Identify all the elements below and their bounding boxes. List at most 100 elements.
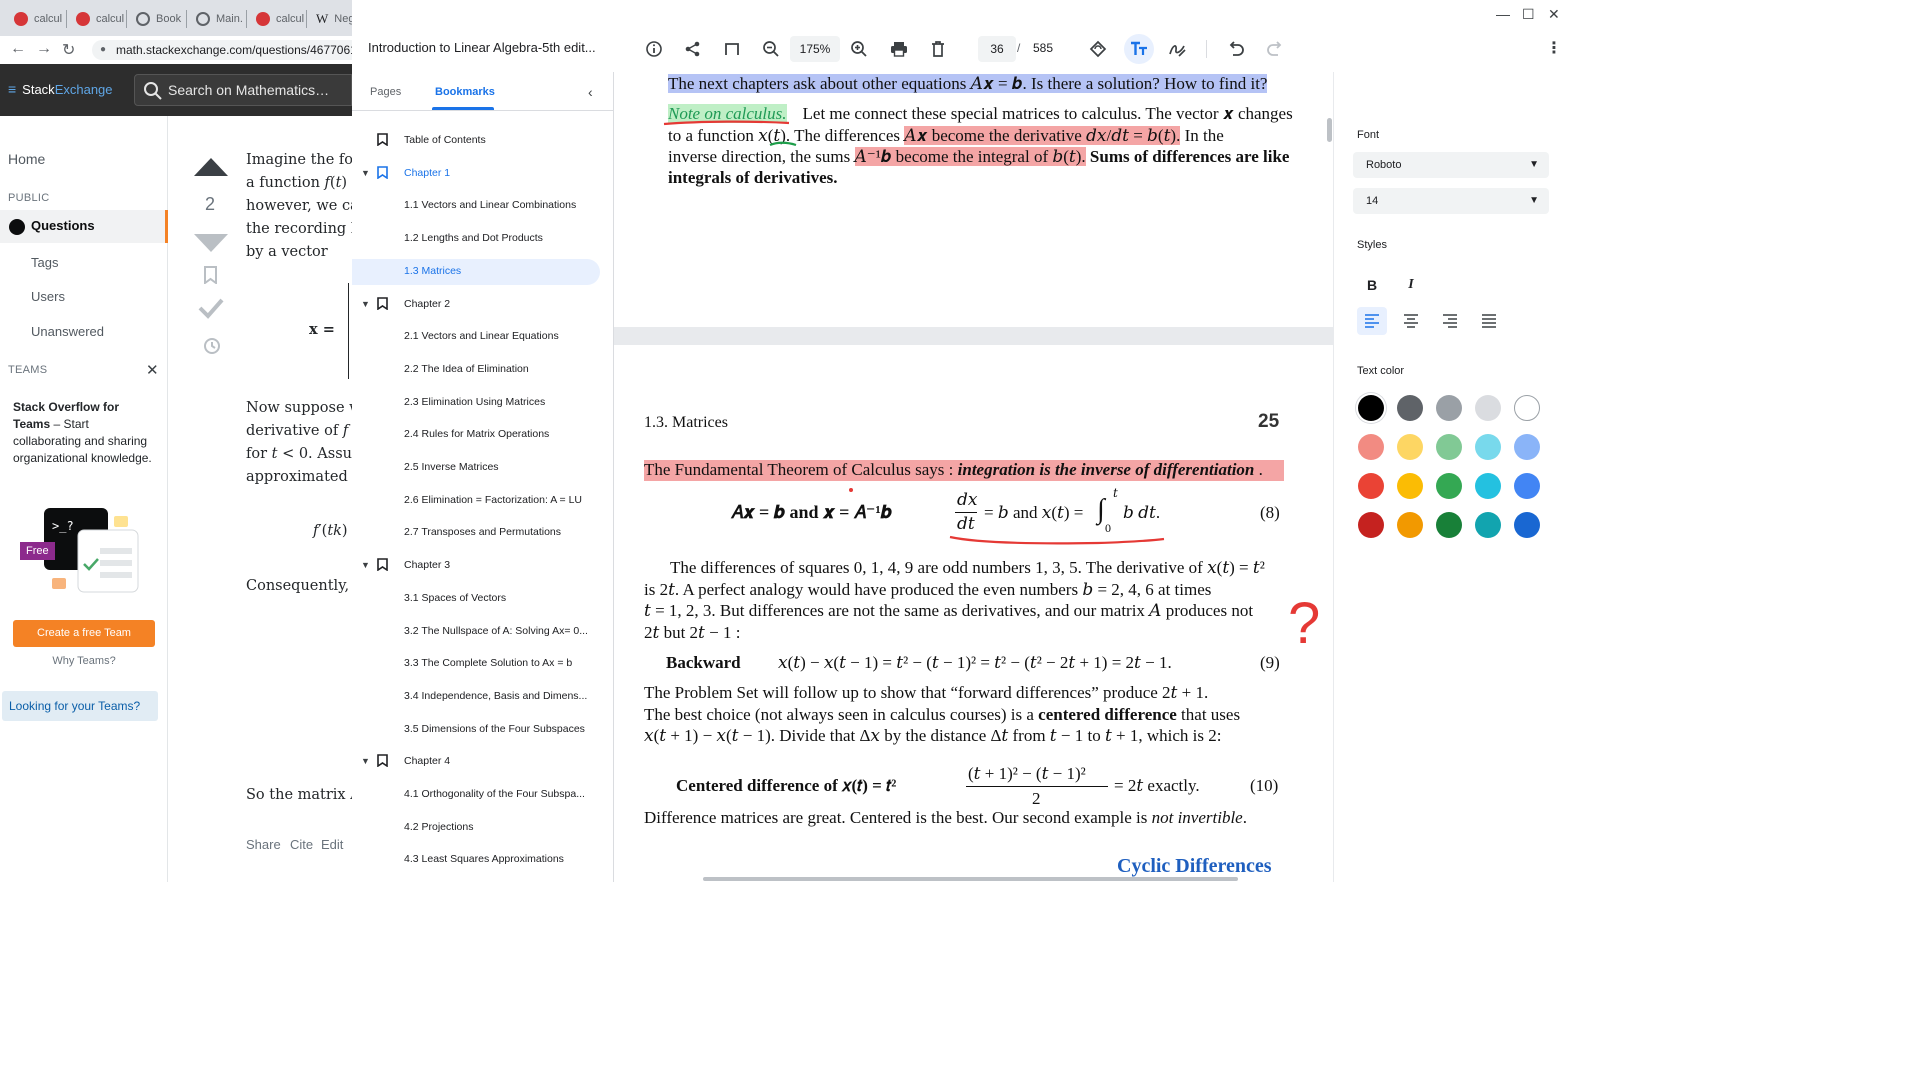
bookmark-item[interactable]: 2.1 Vectors and Linear Equations — [404, 330, 559, 342]
more-options-icon[interactable]: ⋮ — [1546, 38, 1562, 58]
bookmark-item[interactable]: 2.5 Inverse Matrices — [404, 461, 499, 473]
bookmark-item[interactable]: 2.6 Elimination = Factorization: A = LU — [404, 494, 582, 506]
bookmark-chapter[interactable]: Chapter 3 — [404, 559, 450, 571]
color-swatch[interactable] — [1436, 512, 1462, 538]
fit-page-icon[interactable] — [723, 40, 741, 58]
color-swatch[interactable] — [1475, 512, 1501, 538]
color-swatch[interactable] — [1514, 473, 1540, 499]
back-arrow-icon[interactable]: ← — [10, 40, 26, 58]
browser-tab[interactable]: Main. — [186, 6, 243, 32]
zoom-level-field[interactable]: 175% — [790, 36, 840, 62]
zoom-in-icon[interactable] — [850, 40, 868, 58]
color-swatch[interactable] — [1436, 395, 1462, 421]
bookmark-item[interactable]: 2.4 Rules for Matrix Operations — [404, 428, 549, 440]
color-swatch[interactable] — [1514, 434, 1540, 460]
redo-icon[interactable] — [1266, 40, 1284, 58]
accepted-check-icon[interactable] — [198, 297, 224, 319]
reload-icon[interactable]: ↻ — [62, 40, 75, 60]
horizontal-scrollbar[interactable] — [703, 877, 1238, 881]
expand-caret-icon[interactable]: ▼ — [361, 756, 370, 766]
expand-caret-icon[interactable]: ▼ — [361, 560, 370, 570]
draw-icon[interactable] — [1168, 40, 1186, 58]
font-family-select[interactable]: Roboto ▼ — [1353, 152, 1549, 178]
bookmark-item[interactable]: 1.3 Matrices — [404, 265, 461, 277]
browser-tab[interactable]: calcul — [246, 6, 304, 32]
browser-tab[interactable]: W Neg — [306, 6, 354, 32]
bookmark-item[interactable]: 1.2 Lengths and Dot Products — [404, 232, 543, 244]
bookmark-chapter[interactable]: Chapter 2 — [404, 298, 450, 310]
bold-button[interactable]: B — [1359, 272, 1385, 298]
color-swatch[interactable] — [1475, 434, 1501, 460]
history-icon[interactable] — [201, 337, 221, 355]
color-swatch[interactable] — [1397, 434, 1423, 460]
close-window-icon[interactable]: ✕ — [1548, 6, 1560, 23]
bookmark-chapter[interactable]: Chapter 1 — [404, 167, 450, 179]
expand-caret-icon[interactable]: ▼ — [361, 299, 370, 309]
nav-home[interactable]: Home — [8, 151, 45, 167]
stackexchange-logo[interactable]: ≡ StackExchange — [8, 81, 113, 97]
zoom-out-icon[interactable] — [762, 40, 780, 58]
color-swatch[interactable] — [1358, 473, 1384, 499]
font-size-select[interactable]: 14 ▼ — [1353, 188, 1549, 214]
share-link[interactable]: Share — [246, 837, 281, 852]
collapse-sidebar-icon[interactable]: ‹ — [588, 84, 593, 100]
why-teams-link[interactable]: Why Teams? — [13, 655, 155, 667]
color-swatch[interactable] — [1397, 473, 1423, 499]
color-swatch[interactable] — [1475, 395, 1501, 421]
nav-users[interactable]: Users — [31, 289, 65, 304]
bookmark-item[interactable]: 3.4 Independence, Basis and Dimens... — [404, 690, 587, 702]
undo-icon[interactable] — [1227, 40, 1245, 58]
bookmark-chapter[interactable]: Table of Contents — [404, 134, 486, 146]
minimize-icon[interactable]: — — [1496, 6, 1510, 22]
align-center-icon[interactable] — [1404, 314, 1418, 328]
site-info-icon[interactable]: ● — [100, 40, 106, 60]
text-annotation-button[interactable] — [1124, 34, 1154, 64]
browser-tab[interactable]: calcul — [66, 6, 124, 32]
site-search-input[interactable]: Search on Mathematics… — [134, 74, 352, 106]
bookmark-item[interactable]: 2.3 Elimination Using Matrices — [404, 396, 545, 408]
color-swatch[interactable] — [1436, 434, 1462, 460]
bookmark-item[interactable]: 4.3 Least Squares Approximations — [404, 853, 564, 865]
print-icon[interactable] — [890, 40, 908, 58]
align-justify-icon[interactable] — [1482, 314, 1496, 328]
tab-pages[interactable]: Pages — [370, 86, 401, 98]
browser-tab[interactable]: calcul — [4, 6, 62, 32]
bookmark-item[interactable]: 3.1 Spaces of Vectors — [404, 592, 506, 604]
tab-bookmarks[interactable]: Bookmarks — [435, 86, 495, 98]
color-swatch[interactable] — [1397, 395, 1423, 421]
color-swatch[interactable] — [1514, 512, 1540, 538]
color-swatch[interactable] — [1436, 473, 1462, 499]
nav-tags[interactable]: Tags — [31, 255, 58, 270]
bookmark-chapter[interactable]: Chapter 4 — [404, 755, 450, 767]
page-number-field[interactable]: 36 — [978, 36, 1016, 62]
align-left-button[interactable] — [1357, 307, 1387, 335]
browser-tab[interactable]: Book — [126, 6, 181, 32]
color-swatch[interactable] — [1514, 395, 1540, 421]
bookmark-item[interactable]: 3.2 The Nullspace of A: Solving Ax= 0... — [404, 625, 588, 637]
color-swatch[interactable] — [1475, 473, 1501, 499]
share-icon[interactable] — [684, 40, 702, 58]
looking-for-teams-link[interactable]: Looking for your Teams? — [2, 691, 158, 721]
bookmark-item[interactable]: 3.5 Dimensions of the Four Subspaces — [404, 723, 585, 735]
url-field[interactable]: ● math.stackexchange.com/questions/46770… — [92, 40, 352, 60]
maximize-icon[interactable]: ☐ — [1522, 6, 1535, 23]
vertical-scrollbar[interactable] — [1327, 118, 1332, 142]
color-swatch[interactable] — [1358, 512, 1384, 538]
color-swatch[interactable] — [1397, 512, 1423, 538]
bookmark-item[interactable]: 4.1 Orthogonality of the Four Subspa... — [404, 788, 585, 800]
expand-caret-icon[interactable]: ▼ — [361, 168, 370, 178]
downvote-icon[interactable] — [194, 234, 228, 252]
cite-link[interactable]: Cite — [290, 837, 313, 852]
rotate-icon[interactable] — [1089, 40, 1107, 58]
bookmark-item[interactable]: 2.7 Transposes and Permutations — [404, 526, 561, 538]
edit-link[interactable]: Edit — [321, 837, 343, 852]
forward-arrow-icon[interactable]: → — [36, 40, 52, 58]
bookmark-icon[interactable] — [203, 266, 218, 284]
hamburger-menu-icon[interactable]: ≡ — [8, 81, 16, 97]
align-right-icon[interactable] — [1443, 314, 1457, 328]
create-team-button[interactable]: Create a free Team — [13, 620, 155, 647]
nav-unanswered[interactable]: Unanswered — [31, 324, 104, 339]
bookmark-item[interactable]: 2.2 The Idea of Elimination — [404, 363, 529, 375]
color-swatch[interactable] — [1358, 395, 1384, 421]
nav-questions[interactable]: Questions — [0, 210, 168, 243]
